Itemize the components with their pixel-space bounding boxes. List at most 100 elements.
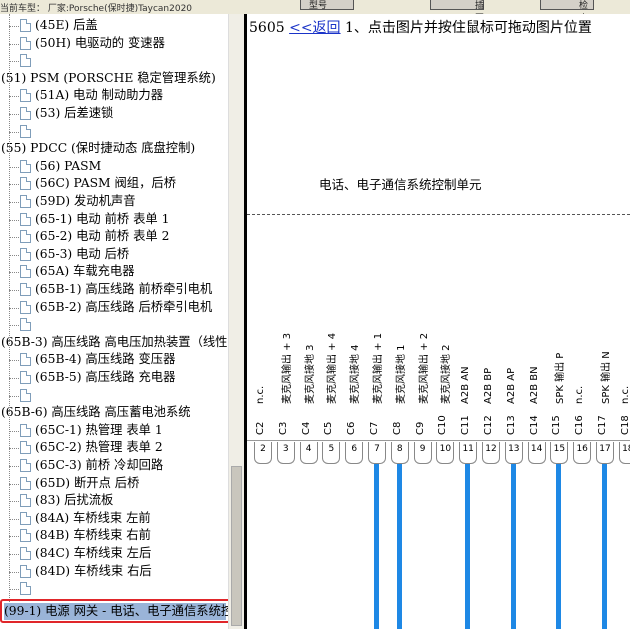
tree-item[interactable]: (84C) 车桥线束 左后 xyxy=(20,545,151,562)
pin-label: 麦克风接地 4 xyxy=(350,344,362,404)
content-header: 5605 <<返回 1、点击图片并按住鼠标可拖动图片位置 xyxy=(249,17,592,37)
tree-item-label: (56) PASM xyxy=(35,158,102,173)
tree-item[interactable] xyxy=(20,123,35,140)
pin-terminal: 14 xyxy=(527,442,546,464)
module-boundary-line xyxy=(247,214,630,215)
selected-tree-item[interactable]: (99-1) 电源 网关 - 电话、电子通信系统控 xyxy=(0,599,234,623)
tree-item[interactable]: (50H) 电驱动的 变速器 xyxy=(20,35,165,52)
pin-label: 麦克风输出 + 4 xyxy=(327,332,339,404)
tree-item[interactable] xyxy=(20,387,35,404)
tree-item-label: (84A) 车桥线束 左前 xyxy=(35,510,151,525)
document-icon xyxy=(20,529,31,543)
tree-item[interactable]: (65B-6) 高压线路 高压蓄电池系统 xyxy=(1,404,191,421)
document-icon xyxy=(20,195,31,208)
pin-id: C12 xyxy=(483,415,494,435)
wire xyxy=(374,464,379,629)
tree-item-label: (65B-5) 高压线路 充电器 xyxy=(35,370,176,384)
document-icon xyxy=(20,159,31,173)
tree-item[interactable]: (55) PDCC (保时捷动态 底盘控制) xyxy=(1,140,195,157)
document-icon xyxy=(20,54,31,68)
tree-connector xyxy=(9,483,19,485)
pin-label: 麦克风接地 1 xyxy=(395,344,407,404)
tree-item[interactable]: (65-3) 电动 后桥 xyxy=(20,246,129,263)
tree-item-label: (65B-1) 高压线路 前桥牵引电机 xyxy=(35,282,213,296)
document-icon xyxy=(20,476,31,490)
tree-item[interactable]: (56C) PASM 阀组，后桥 xyxy=(20,175,176,192)
toolbar-button-1[interactable]: 型号 xyxy=(300,0,354,11)
pin-label: 麦克风输出 + 3 xyxy=(281,332,293,404)
tree-item[interactable]: (65C-2) 热管理 表单 2 xyxy=(20,439,163,456)
wire xyxy=(602,464,607,629)
tree-item-label: (65B-2) 高压线路 后桥牵引电机 xyxy=(35,299,213,314)
pin-id: C18 xyxy=(619,415,630,435)
tree-item[interactable]: (65A) 车载充电器 xyxy=(20,263,135,280)
tree-item-label: (45E) 后盖 xyxy=(35,18,98,32)
tree-item[interactable]: (65B-5) 高压线路 充电器 xyxy=(20,369,175,386)
tree-connector xyxy=(9,378,19,379)
tree-scrollbar[interactable] xyxy=(228,14,245,629)
diagram-title: 电话、电子通信系统控制单元 xyxy=(319,177,482,192)
tree-item[interactable]: (83) 后扰流板 xyxy=(20,492,113,509)
document-icon xyxy=(20,371,31,384)
tree-item[interactable]: (51) PSM (PORSCHE 稳定管理系统) xyxy=(1,70,216,87)
tree-item[interactable]: (65B-2) 高压线路 后桥牵引电机 xyxy=(20,299,212,316)
document-icon xyxy=(20,388,31,402)
document-icon xyxy=(20,247,31,261)
tree-item-label: (51) PSM (PORSCHE 稳定管理系统) xyxy=(1,70,216,85)
pin-terminal: 2 xyxy=(254,442,272,464)
chapter-tree[interactable]: (45E) 后盖 (50H) 电驱动的 变速器 (51) PSM (PORSCHE … xyxy=(0,14,228,629)
toolbar-button-2[interactable]: 插图 xyxy=(430,0,484,11)
pin-terminal: 3 xyxy=(276,442,295,464)
tree-item[interactable] xyxy=(20,580,35,597)
pin-terminal: 11 xyxy=(459,442,478,464)
tree-item-label: (65-3) 电动 后桥 xyxy=(35,246,130,261)
tree-item[interactable] xyxy=(20,316,35,333)
tree-connector xyxy=(9,395,19,397)
tree-item-label: (65C-3) 前桥 冷却回路 xyxy=(35,458,164,472)
tree-item[interactable]: (51A) 电动 制动助力器 xyxy=(20,87,163,104)
pin-id: C17 xyxy=(597,415,608,435)
tree-item-label: (65D) 断开点 后桥 xyxy=(35,475,140,490)
toolbar-button-3-label: 检查 xyxy=(579,1,589,11)
tree-connector xyxy=(9,26,19,27)
pin-terminal: 7 xyxy=(368,442,386,464)
tree-item[interactable]: (65-1) 电动 前桥 表单 1 xyxy=(20,211,169,228)
tree-item[interactable]: (65C-1) 热管理 表单 1 xyxy=(20,422,163,439)
pin-terminal: 6 xyxy=(345,442,364,464)
tree-item[interactable]: (65B-3) 高压线路 高电压加热装置（线性 xyxy=(1,334,227,351)
tree-item[interactable]: (53) 后差速锁 xyxy=(20,105,113,122)
wire xyxy=(396,464,402,629)
tree-item-label: (84C) 车桥线束 左后 xyxy=(35,546,152,560)
tree-item[interactable]: (84D) 车桥线束 右后 xyxy=(20,563,152,580)
tree-item-label: (65-1) 电动 前桥 表单 1 xyxy=(35,211,170,226)
pin-terminal: 5 xyxy=(322,442,341,464)
tree-item[interactable]: (65C-3) 前桥 冷却回路 xyxy=(20,457,163,474)
document-icon xyxy=(20,230,31,244)
tree-item[interactable]: (65B-1) 高压线路 前桥牵引电机 xyxy=(20,281,212,298)
pin-id: C6 xyxy=(346,421,358,435)
document-icon xyxy=(20,547,31,560)
pin-id: C13 xyxy=(505,415,517,435)
tree-item[interactable] xyxy=(20,52,35,69)
tree-item[interactable]: (56) PASM xyxy=(20,158,101,175)
tree-item[interactable]: (45E) 后盖 xyxy=(20,17,98,34)
car-type-label: 当前车型： 厂家:Porsche(保时捷)Taycan2020 xyxy=(0,4,193,14)
tree-scrollbar-thumb[interactable] xyxy=(231,466,242,626)
drag-instruction: 1、点击图片并按住鼠标可拖动图片位置 xyxy=(345,20,592,36)
pin-id: C15 xyxy=(551,415,563,435)
document-icon xyxy=(20,265,31,279)
tree-item[interactable]: (59D) 发动机声音 xyxy=(20,193,136,210)
pin-label: n.c. xyxy=(255,385,266,404)
tree-item[interactable]: (84A) 车桥线束 左前 xyxy=(20,510,151,527)
back-link[interactable]: <<返回 xyxy=(289,20,340,36)
tree-item[interactable]: (84B) 车桥线束 右前 xyxy=(20,527,151,544)
tree-item-label: (83) 后扰流板 xyxy=(35,493,114,508)
tree-item[interactable]: (65B-4) 高压线路 变压器 xyxy=(20,351,175,368)
pin-terminal: 17 xyxy=(596,442,614,464)
toolbar-button-3[interactable]: 检查 xyxy=(540,0,594,11)
tree-item-label: (55) PDCC (保时捷动态 底盘控制) xyxy=(1,141,196,156)
tree-item[interactable]: (65D) 断开点 后桥 xyxy=(20,475,139,492)
diagram-pane[interactable]: 5605 <<返回 1、点击图片并按住鼠标可拖动图片位置 电话、电子通信系统控制… xyxy=(247,14,630,629)
tree-item[interactable]: (65-2) 电动 前桥 表单 2 xyxy=(20,228,169,245)
pin-id: C11 xyxy=(460,415,472,435)
